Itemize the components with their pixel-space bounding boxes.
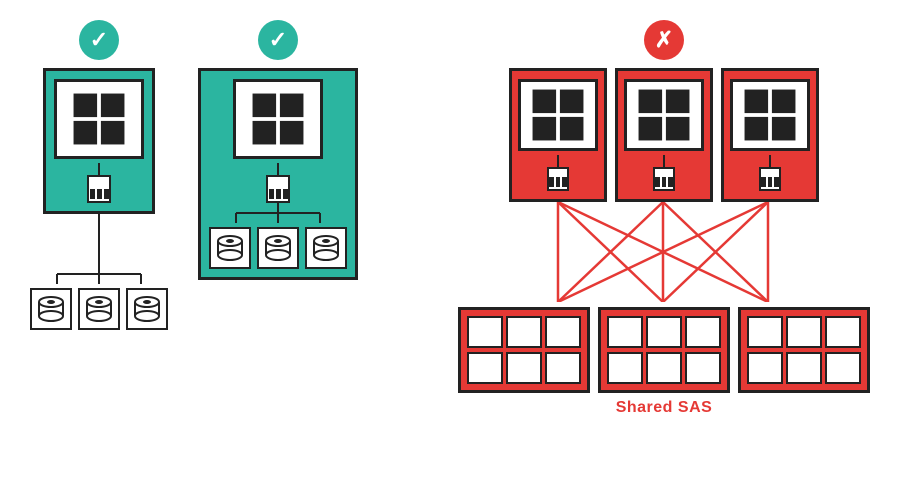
connector-1	[98, 214, 100, 264]
s3-disk-3-4	[747, 352, 783, 384]
badge-cross-3: ✗	[644, 20, 684, 60]
s3-disk-groups	[458, 307, 870, 393]
windows-box-3-1	[518, 79, 598, 151]
branch-lines-1	[39, 264, 159, 284]
s3-disk-1-2	[506, 316, 542, 348]
hba-3-1	[547, 155, 569, 191]
disk-row-2	[209, 227, 347, 269]
windows-logo-3-1	[530, 87, 586, 143]
s3-disk-2-2	[646, 316, 682, 348]
s3-disk-2-6	[685, 352, 721, 384]
s3-disk-1-4	[467, 352, 503, 384]
disk-group-3-3	[738, 307, 870, 393]
server-block-1	[43, 68, 155, 214]
diagram-container: ✓	[0, 0, 900, 501]
disk-icon-1-3	[132, 294, 162, 324]
s3-disk-1-1	[467, 316, 503, 348]
cross-connections	[508, 202, 820, 307]
disk-icon-2-1	[215, 233, 245, 263]
s3-disk-1-3	[545, 316, 581, 348]
s3-disk-3-6	[825, 352, 861, 384]
branch-1	[39, 264, 159, 284]
disk-1-2	[78, 288, 120, 330]
shared-sas-label: Shared SAS	[616, 399, 713, 417]
windows-logo-1	[71, 91, 127, 147]
s3-disk-2-1	[607, 316, 643, 348]
disk-icon-2-2	[263, 233, 293, 263]
branch-2	[218, 203, 338, 223]
badge-check-2: ✓	[258, 20, 298, 60]
disk-icon-1-1	[36, 294, 66, 324]
hba-3-2	[653, 155, 675, 191]
scenario-1: ✓	[30, 20, 168, 330]
s3-disk-1-6	[545, 352, 581, 384]
s3-disk-1-5	[506, 352, 542, 384]
s3-disk-3-5	[786, 352, 822, 384]
branch-lines-2	[218, 203, 338, 223]
windows-logo-3-3	[742, 87, 798, 143]
disk-2-1	[209, 227, 251, 269]
disk-2-3	[305, 227, 347, 269]
disk-2-2	[257, 227, 299, 269]
windows-box-1	[54, 79, 144, 159]
disk-1-3	[126, 288, 168, 330]
hba-3-3	[759, 155, 781, 191]
s3-server-3	[721, 68, 819, 202]
windows-box-3-2	[624, 79, 704, 151]
windows-box-2	[233, 79, 323, 159]
badge-check-1: ✓	[79, 20, 119, 60]
disk-row-1	[30, 288, 168, 330]
scenario-2: ✓	[198, 20, 358, 280]
s3-disk-3-1	[747, 316, 783, 348]
hba-2	[266, 163, 290, 203]
s3-servers-row	[509, 68, 819, 202]
disk-icon-1-2	[84, 294, 114, 324]
s3-server-2	[615, 68, 713, 202]
s3-disk-2-4	[607, 352, 643, 384]
windows-box-3-3	[730, 79, 810, 151]
s3-disk-3-3	[825, 316, 861, 348]
disk-group-3-2	[598, 307, 730, 393]
scenario-3: ✗	[458, 20, 870, 417]
hba-1	[87, 163, 111, 203]
disk-section-1	[30, 264, 168, 330]
s3-disk-2-5	[646, 352, 682, 384]
disk-icon-2-3	[311, 233, 341, 263]
s3-disk-2-3	[685, 316, 721, 348]
s3-server-1	[509, 68, 607, 202]
s3-disk-3-2	[786, 316, 822, 348]
disk-1-1	[30, 288, 72, 330]
cross-lines-svg	[508, 202, 820, 302]
windows-logo-2	[250, 91, 306, 147]
windows-logo-3-2	[636, 87, 692, 143]
disk-group-3-1	[458, 307, 590, 393]
server-block-2	[198, 68, 358, 280]
